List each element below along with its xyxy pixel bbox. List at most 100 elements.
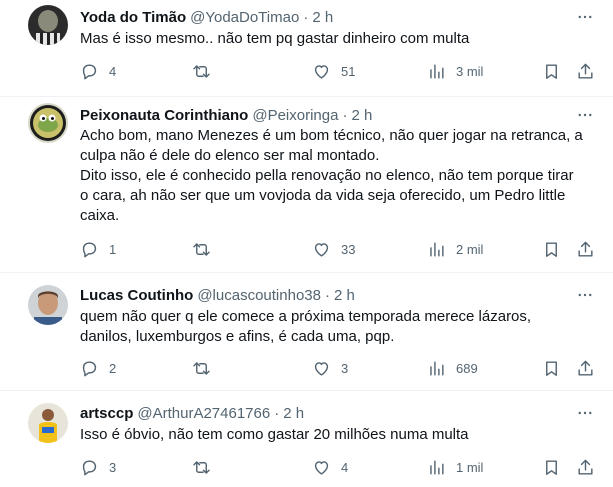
reply-icon bbox=[80, 359, 99, 378]
retweet-button[interactable] bbox=[192, 61, 211, 81]
views-button[interactable]: 1 mil bbox=[427, 457, 483, 477]
more-options-button[interactable] bbox=[575, 105, 595, 125]
reply-icon bbox=[80, 240, 99, 259]
retweet-icon bbox=[192, 62, 211, 81]
user-name[interactable]: artsccp bbox=[80, 405, 133, 422]
tweet-lucas[interactable]: Lucas Coutinho @lucascoutinho38 · 2 h qu… bbox=[0, 273, 613, 391]
like-count: 3 bbox=[341, 360, 349, 376]
views-chart-icon bbox=[427, 458, 446, 477]
bookmark-button[interactable] bbox=[542, 239, 561, 259]
bookmark-button[interactable] bbox=[542, 358, 561, 378]
retweet-icon bbox=[192, 240, 211, 259]
tweet-text: Acho bom, mano Menezes é um bom técnico,… bbox=[80, 127, 583, 224]
reply-count: 4 bbox=[109, 63, 117, 79]
more-options-button[interactable] bbox=[575, 403, 595, 423]
share-icon bbox=[576, 62, 595, 81]
bookmark-button[interactable] bbox=[542, 457, 561, 477]
more-options-button[interactable] bbox=[575, 7, 595, 27]
separator-dot: · bbox=[324, 286, 330, 304]
reply-count: 1 bbox=[109, 241, 117, 257]
heart-icon bbox=[312, 359, 331, 378]
separator-dot: · bbox=[342, 106, 348, 124]
timestamp[interactable]: 2 h bbox=[283, 405, 304, 422]
reply-count: 2 bbox=[109, 360, 117, 376]
tweet-header: artsccp @ArthurA27461766 · 2 h bbox=[80, 403, 304, 423]
tweet-artsccp[interactable]: artsccp @ArthurA27461766 · 2 h Isso é ób… bbox=[0, 391, 613, 487]
user-handle[interactable]: @lucascoutinho38 bbox=[197, 287, 321, 304]
heart-icon bbox=[312, 458, 331, 477]
action-bar: 4 51 3 mil bbox=[80, 61, 600, 81]
like-button[interactable]: 3 bbox=[312, 358, 348, 378]
views-count: 3 mil bbox=[456, 63, 484, 79]
user-name[interactable]: Peixonauta Corinthiano bbox=[80, 107, 248, 124]
views-count: 1 mil bbox=[456, 459, 484, 475]
retweet-button[interactable] bbox=[192, 358, 211, 378]
tweet-peixonauta[interactable]: Peixonauta Corinthiano @Peixoringa · 2 h… bbox=[0, 97, 613, 273]
more-icon bbox=[576, 8, 594, 26]
more-options-button[interactable] bbox=[575, 285, 595, 305]
avatar-image bbox=[28, 5, 68, 45]
avatar-image bbox=[28, 285, 68, 325]
bookmark-icon bbox=[542, 240, 561, 259]
user-handle[interactable]: @YodaDoTimao bbox=[190, 9, 299, 26]
separator-dot: · bbox=[274, 404, 280, 422]
bookmark-icon bbox=[542, 458, 561, 477]
share-icon bbox=[576, 359, 595, 378]
separator-dot: · bbox=[303, 8, 309, 26]
retweet-icon bbox=[192, 458, 211, 477]
retweet-button[interactable] bbox=[192, 457, 211, 477]
like-count: 51 bbox=[341, 63, 356, 79]
retweet-icon bbox=[192, 359, 211, 378]
views-count: 689 bbox=[456, 360, 478, 376]
user-name[interactable]: Lucas Coutinho bbox=[80, 287, 193, 304]
bookmark-icon bbox=[542, 359, 561, 378]
views-button[interactable]: 2 mil bbox=[427, 239, 483, 259]
reply-button[interactable]: 3 bbox=[80, 457, 116, 477]
reply-button[interactable]: 4 bbox=[80, 61, 116, 81]
views-button[interactable]: 689 bbox=[427, 358, 478, 378]
views-button[interactable]: 3 mil bbox=[427, 61, 483, 81]
heart-icon bbox=[312, 62, 331, 81]
like-button[interactable]: 33 bbox=[312, 239, 355, 259]
user-handle[interactable]: @ArthurA27461766 bbox=[137, 405, 270, 422]
reply-icon bbox=[80, 458, 99, 477]
heart-icon bbox=[312, 240, 331, 259]
share-button[interactable] bbox=[576, 61, 595, 81]
like-button[interactable]: 51 bbox=[312, 61, 355, 81]
bookmark-button[interactable] bbox=[542, 61, 561, 81]
tweet-text: Isso é óbvio, não tem como gastar 20 mil… bbox=[80, 426, 469, 443]
timestamp[interactable]: 2 h bbox=[334, 287, 355, 304]
avatar-image bbox=[28, 403, 68, 443]
views-count: 2 mil bbox=[456, 241, 484, 257]
views-chart-icon bbox=[427, 359, 446, 378]
reply-button[interactable]: 1 bbox=[80, 239, 116, 259]
user-name[interactable]: Yoda do Timão bbox=[80, 9, 186, 26]
views-chart-icon bbox=[427, 240, 446, 259]
avatar[interactable] bbox=[28, 5, 68, 45]
action-bar: 1 33 2 mil bbox=[80, 239, 600, 259]
share-button[interactable] bbox=[576, 239, 595, 259]
tweet-header: Lucas Coutinho @lucascoutinho38 · 2 h bbox=[80, 285, 355, 305]
tweet-text: Mas é isso mesmo.. não tem pq gastar din… bbox=[80, 30, 470, 47]
tweet-yoda[interactable]: Yoda do Timão @YodaDoTimao · 2 h Mas é i… bbox=[0, 0, 613, 97]
more-icon bbox=[576, 106, 594, 124]
share-button[interactable] bbox=[576, 358, 595, 378]
reply-button[interactable]: 2 bbox=[80, 358, 116, 378]
timestamp[interactable]: 2 h bbox=[351, 107, 372, 124]
like-count: 4 bbox=[341, 459, 349, 475]
user-handle[interactable]: @Peixoringa bbox=[252, 107, 338, 124]
more-icon bbox=[576, 404, 594, 422]
like-button[interactable]: 4 bbox=[312, 457, 348, 477]
action-bar: 2 3 689 bbox=[80, 358, 600, 378]
avatar[interactable] bbox=[28, 403, 68, 443]
retweet-button[interactable] bbox=[192, 239, 211, 259]
avatar[interactable] bbox=[28, 103, 68, 143]
tweet-header: Peixonauta Corinthiano @Peixoringa · 2 h bbox=[80, 105, 372, 125]
share-button[interactable] bbox=[576, 457, 595, 477]
avatar[interactable] bbox=[28, 285, 68, 325]
action-bar: 3 4 1 mil bbox=[80, 457, 600, 477]
more-icon bbox=[576, 286, 594, 304]
reply-count: 3 bbox=[109, 459, 117, 475]
views-chart-icon bbox=[427, 62, 446, 81]
timestamp[interactable]: 2 h bbox=[312, 9, 333, 26]
